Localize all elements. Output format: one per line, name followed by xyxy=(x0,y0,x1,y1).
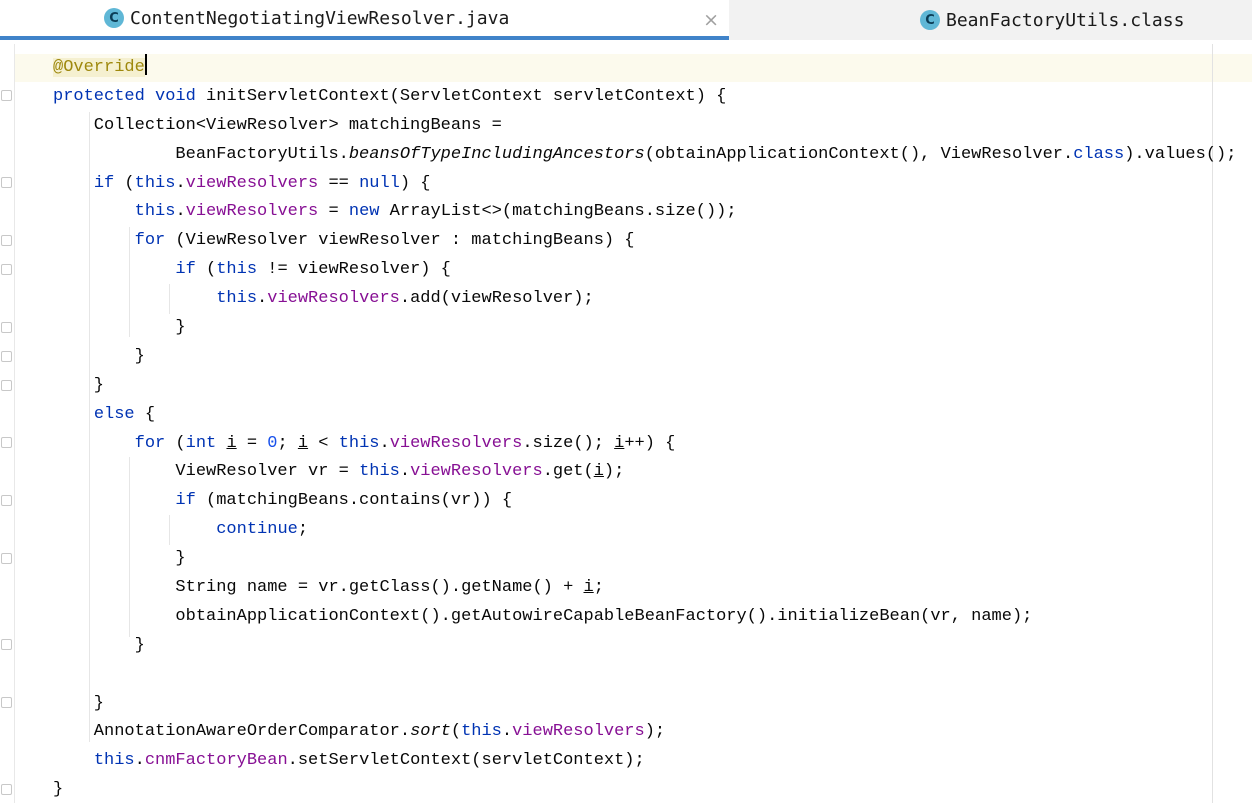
code-line: if (matchingBeans.contains(vr)) { xyxy=(175,491,513,511)
tab-label: ContentNegotiatingViewResolver.java xyxy=(130,7,510,29)
fold-marker-icon[interactable] xyxy=(1,495,12,506)
close-tab-icon[interactable]: × xyxy=(703,9,719,31)
code-line: } xyxy=(53,318,186,338)
code-line: } xyxy=(53,635,145,655)
code-line: this.viewResolvers = new ArrayList<>(mat… xyxy=(134,202,737,222)
code-line: } xyxy=(53,780,64,800)
code-line: if (this != viewResolver) { xyxy=(175,260,451,280)
fold-marker-icon[interactable] xyxy=(1,351,12,362)
code-line: } xyxy=(53,346,145,366)
fold-marker-icon[interactable] xyxy=(1,697,12,708)
code-line: } xyxy=(53,693,105,713)
fold-marker-icon[interactable] xyxy=(1,90,12,101)
code-line: for (ViewResolver viewResolver : matchin… xyxy=(134,231,635,251)
fold-marker-icon[interactable] xyxy=(1,177,12,188)
fold-marker-icon[interactable] xyxy=(1,264,12,275)
code-line: if (this.viewResolvers == null) { xyxy=(93,173,431,193)
editor-gutter[interactable] xyxy=(0,44,15,803)
code-line: this.cnmFactoryBean.setServletContext(se… xyxy=(93,751,645,771)
code-editor[interactable]: @Override protected void initServletConte… xyxy=(0,44,1252,803)
tab-bean-factory-utils[interactable]: C BeanFactoryUtils.class xyxy=(729,0,1252,40)
fold-marker-icon[interactable] xyxy=(1,235,12,246)
code-line: } xyxy=(53,549,186,569)
text-caret xyxy=(144,54,147,75)
code-line: this.viewResolvers.add(viewResolver); xyxy=(216,289,594,309)
fold-marker-icon[interactable] xyxy=(1,553,12,564)
fold-marker-icon[interactable] xyxy=(1,380,12,391)
code-line: @Override xyxy=(53,54,1236,83)
tab-content-negotiating-view-resolver[interactable]: C ContentNegotiatingViewResolver.java × xyxy=(0,0,729,40)
class-icon: C xyxy=(920,10,940,30)
code-line: for (int i = 0; i < this.viewResolvers.s… xyxy=(134,433,676,453)
code-line: ViewResolver vr = this.viewResolvers.get… xyxy=(53,462,625,482)
code-line: AnnotationAwareOrderComparator.sort(this… xyxy=(53,722,666,742)
editor-tab-bar: C ContentNegotiatingViewResolver.java × … xyxy=(0,0,1252,40)
code-line: Collection<ViewResolver> matchingBeans = xyxy=(53,115,502,135)
code-line: else { xyxy=(93,404,156,424)
fold-marker-icon[interactable] xyxy=(1,784,12,795)
code-text[interactable]: @Override protected void initServletConte… xyxy=(53,54,1236,805)
fold-marker-icon[interactable] xyxy=(1,322,12,333)
code-line: } xyxy=(53,375,105,395)
code-line: continue; xyxy=(216,520,309,540)
fold-marker-icon[interactable] xyxy=(1,639,12,650)
tab-label: BeanFactoryUtils.class xyxy=(946,9,1185,31)
code-line: BeanFactoryUtils.beansOfTypeIncludingAnc… xyxy=(53,144,1237,164)
class-icon: C xyxy=(104,8,124,28)
code-line: obtainApplicationContext().getAutowireCa… xyxy=(53,606,1033,626)
code-line: String name = vr.getClass().getName() + … xyxy=(53,578,604,598)
fold-marker-icon[interactable] xyxy=(1,437,12,448)
code-line: protected void initServletContext(Servle… xyxy=(53,86,727,106)
